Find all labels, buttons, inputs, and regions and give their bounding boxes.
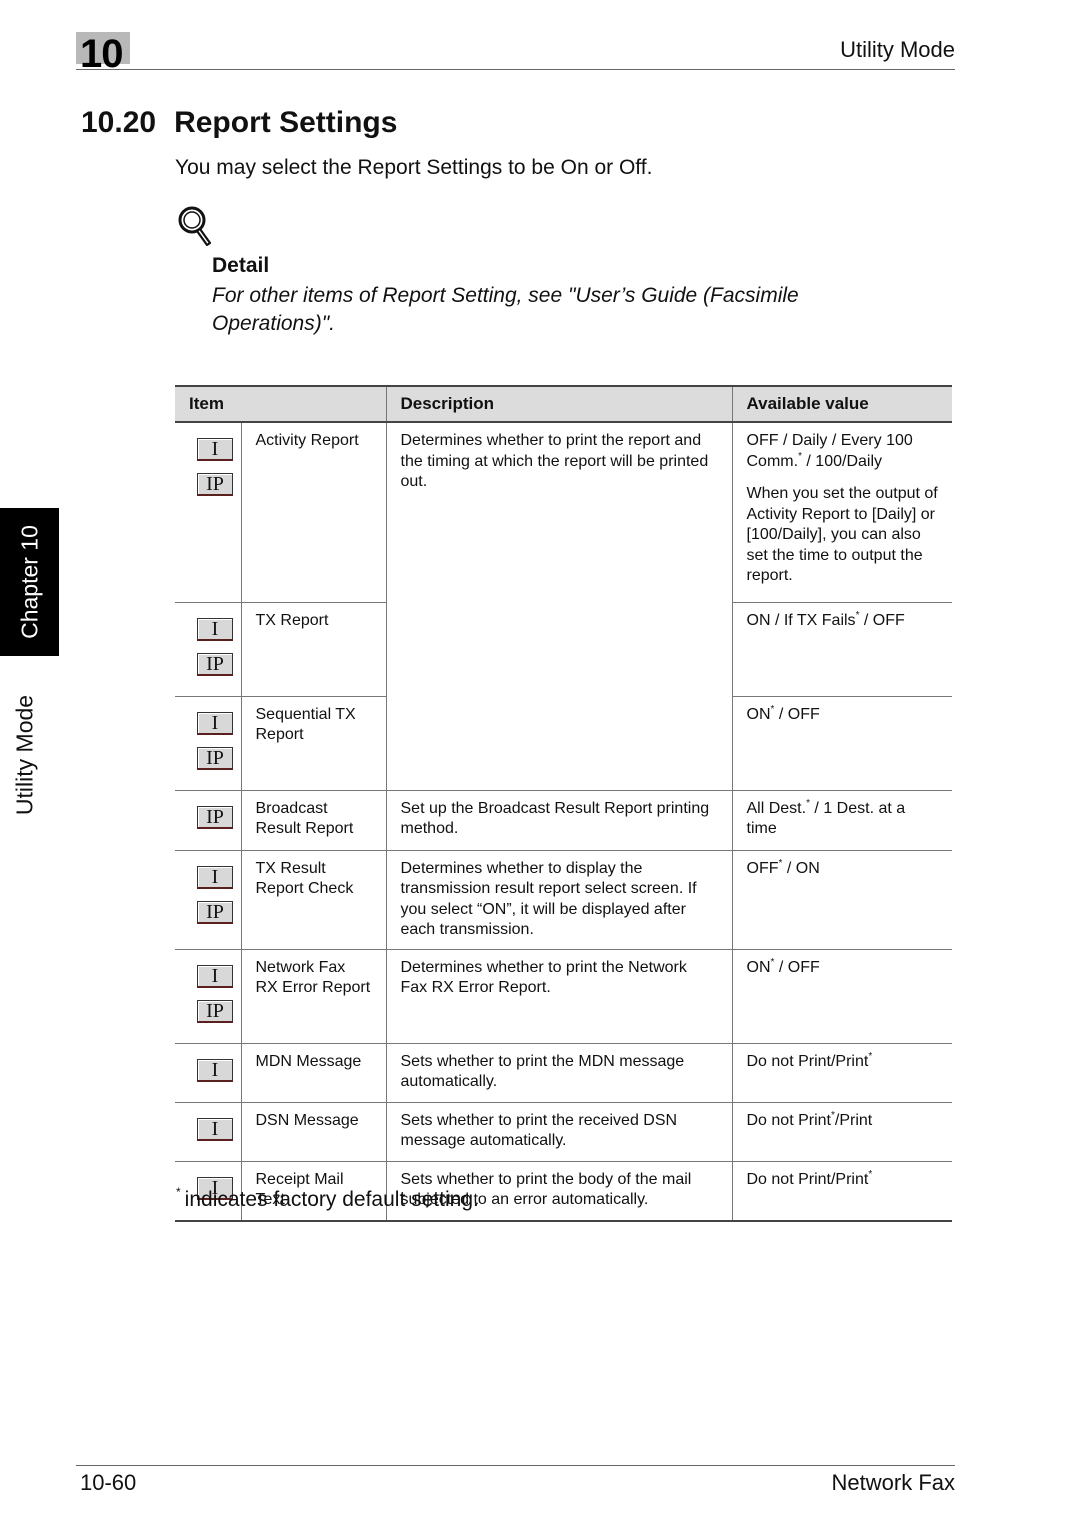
side-tab-chapter-label: Chapter 10 — [16, 525, 42, 639]
value-note: When you set the output of Activity Repo… — [746, 485, 938, 584]
ip-mode-icon: IP — [197, 652, 233, 676]
footnote: * indicates factory default setting. — [176, 1185, 479, 1212]
ip-mode-icon: IP — [197, 900, 233, 924]
side-tab-mode-label: Utility Mode — [11, 694, 38, 816]
item-name: Network Fax RX Error Report — [241, 949, 387, 1044]
item-description: Sets whether to print the received DSN m… — [386, 1102, 733, 1162]
mode-icons-cell: I IP — [175, 602, 242, 697]
column-header-available-value: Available value — [732, 385, 952, 423]
value-text: / OFF — [859, 611, 905, 629]
i-mode-icon: I — [197, 865, 233, 889]
ip-mode-icon: IP — [197, 805, 233, 829]
table-row: I IP Activity Report Determines whether to … — [175, 422, 952, 791]
value-text: ON — [746, 705, 771, 723]
item-name: Broadcast Result Report — [241, 790, 387, 851]
ip-mode-icon: IP — [197, 746, 233, 770]
value-text: / ON — [782, 859, 820, 877]
value-text: / 100/Daily — [801, 452, 883, 470]
value-text: Do not Print/Print — [746, 1052, 869, 1070]
available-value: OFF / Daily / Every 100 Comm.* / 100/Dai… — [732, 422, 952, 603]
table-row: I DSN Message Sets whether to print the re… — [175, 1102, 952, 1162]
table-header-row: Item Description Available value — [175, 385, 952, 423]
i-mode-icon: I — [197, 1058, 233, 1082]
column-header-item: Item — [175, 385, 387, 423]
item-name: Sequential TX Report — [241, 696, 387, 791]
available-value: Do not Print/Print* — [732, 1161, 952, 1222]
footnote-text: indicates factory default setting. — [184, 1188, 479, 1211]
mode-icons-cell: I IP — [175, 696, 242, 791]
item-description: Determines whether to print the report a… — [386, 422, 733, 791]
i-mode-icon: I — [197, 964, 233, 988]
mode-icons-cell: I IP — [175, 850, 242, 950]
available-value: All Dest.* / 1 Dest. at a time — [732, 790, 952, 851]
footer-divider — [76, 1465, 955, 1466]
item-name: Activity Report — [241, 422, 387, 603]
value-text: / OFF — [774, 705, 820, 723]
table-row: I MDN Message Sets whether to print the MD… — [175, 1043, 952, 1103]
section-heading: 10.20 Report Settings — [81, 106, 397, 140]
available-value: ON / If TX Fails* / OFF — [732, 602, 952, 697]
section-intro: You may select the Report Settings to be… — [175, 156, 653, 179]
item-description: Determines whether to display the transm… — [386, 850, 733, 950]
header-divider — [76, 69, 955, 70]
available-value: ON* / OFF — [732, 949, 952, 1044]
ip-mode-icon: IP — [197, 473, 233, 496]
mode-icons-cell: IP — [175, 790, 242, 851]
item-description: Sets whether to print the MDN message au… — [386, 1043, 733, 1103]
available-value: ON* / OFF — [732, 696, 952, 791]
i-mode-icon: I — [197, 438, 233, 461]
detail-text: For other items of Report Setting, see "… — [212, 284, 799, 335]
table-row: I IP Network Fax RX Error Report Determines… — [175, 949, 952, 1044]
available-value: Do not Print*/Print — [732, 1102, 952, 1162]
item-name: TX Result Report Check — [241, 850, 387, 950]
value-text: /Print — [834, 1111, 873, 1129]
detail-label: Detail — [212, 254, 270, 277]
running-footer-title: Network Fax — [831, 1470, 955, 1495]
available-value: Do not Print/Print* — [732, 1043, 952, 1103]
mode-icons-cell: I — [175, 1043, 242, 1103]
section-number: 10.20 — [81, 106, 157, 139]
side-tab-chapter: Chapter 10 — [0, 508, 59, 656]
magnifier-icon — [176, 205, 216, 249]
i-mode-icon: I — [197, 617, 233, 641]
table-row: I IP TX Result Report Check Determines whet… — [175, 850, 952, 950]
page-number: 10-60 — [80, 1470, 137, 1495]
section-title: Report Settings — [174, 106, 398, 139]
value-text: / OFF — [774, 958, 820, 976]
default-marker: * — [868, 1050, 873, 1062]
value-text: ON — [746, 958, 771, 976]
available-value: OFF* / ON — [732, 850, 952, 950]
report-settings-table: Item Description Available value I IP Acti… — [175, 385, 952, 1222]
i-mode-icon: I — [197, 1117, 233, 1141]
item-name: DSN Message — [241, 1102, 387, 1162]
column-header-description: Description — [386, 385, 733, 423]
table-row: IP Broadcast Result Report Set up the Broa… — [175, 790, 952, 851]
chapter-number: 10 — [80, 32, 123, 76]
ip-mode-icon: IP — [197, 999, 233, 1023]
mode-icons-cell: I — [175, 1102, 242, 1162]
footnote-mark: * — [176, 1185, 181, 1199]
running-header-title: Utility Mode — [840, 37, 955, 62]
mode-icons-cell: I IP — [175, 949, 242, 1044]
mode-icons-cell: I IP — [175, 422, 242, 603]
value-text: Do not Print/Print — [746, 1170, 869, 1188]
side-tab-mode: Utility Mode — [0, 680, 50, 830]
item-description: Set up the Broadcast Result Report print… — [386, 790, 733, 851]
value-text: ON / If TX Fails — [746, 611, 856, 629]
value-text: All Dest. — [746, 799, 807, 817]
value-text: OFF — [746, 859, 779, 877]
default-marker: * — [868, 1168, 873, 1180]
item-description: Determines whether to print the Network … — [386, 949, 733, 1044]
value-text: Do not Print — [746, 1111, 831, 1129]
item-name: MDN Message — [241, 1043, 387, 1103]
item-name: TX Report — [241, 602, 387, 697]
i-mode-icon: I — [197, 711, 233, 735]
